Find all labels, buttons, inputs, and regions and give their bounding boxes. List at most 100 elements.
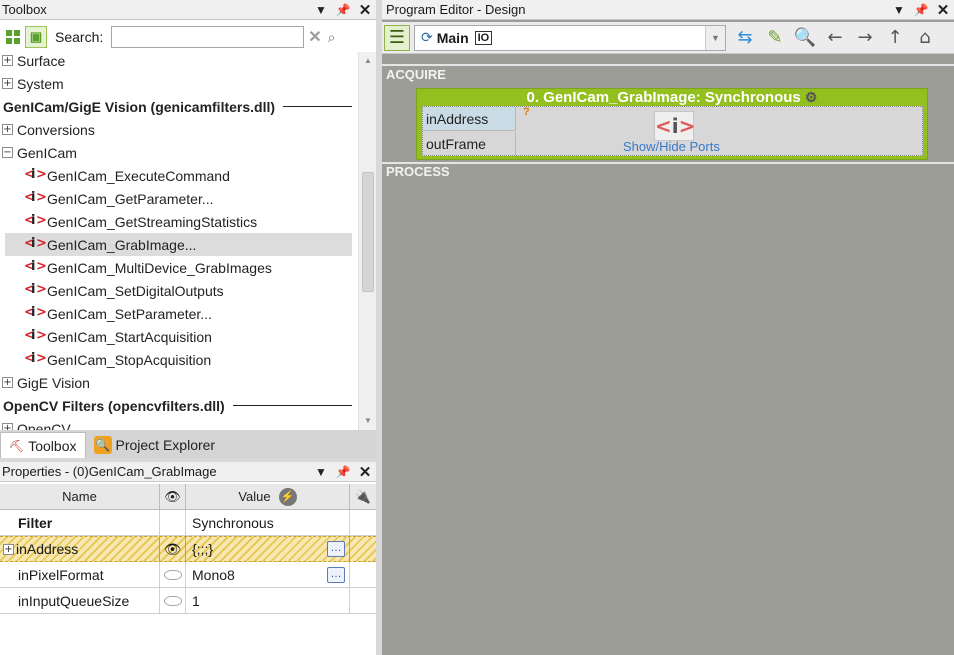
tree-filter-item[interactable]: < i > GenICam_MultiDevice_GrabImages xyxy=(0,256,358,279)
tree-filter-item[interactable]: < i > GenICam_SetDigitalOutputs xyxy=(0,279,358,302)
property-row-ininputqueuesize[interactable]: inInputQueueSize 1 xyxy=(0,588,376,614)
close-icon[interactable]: ✕ xyxy=(354,462,376,482)
property-value[interactable]: 1 xyxy=(186,588,350,613)
tree-filter-item[interactable]: < i > GenICam_StartAcquisition xyxy=(0,325,358,348)
tree-item-label: GenICam_SetDigitalOutputs xyxy=(47,282,224,299)
property-value: Mono8 xyxy=(192,566,235,583)
properties-titlebar: Properties - (0)GenICam_GrabImage ▼ 📌 ✕ xyxy=(0,462,376,482)
ellipsis-button[interactable]: … xyxy=(327,541,345,557)
tab-project-explorer[interactable]: 🔍 Project Explorer xyxy=(86,432,224,458)
visibility-cell xyxy=(160,510,186,535)
edit-icon[interactable]: ✎ xyxy=(760,24,790,52)
property-row-filter[interactable]: Filter Synchronous xyxy=(0,510,376,536)
pin-icon[interactable]: 📌 xyxy=(332,462,354,482)
filter-icon: < i > xyxy=(24,350,47,366)
toolbox-search-bar: ▣ Search: ✕ ⌕ xyxy=(0,22,376,52)
back-arrow-icon[interactable]: ← xyxy=(820,24,850,52)
home-icon[interactable]: ⌂ xyxy=(910,24,940,52)
group-divider xyxy=(232,405,352,406)
collapse-icon[interactable]: − xyxy=(2,147,13,158)
expand-icon[interactable]: + xyxy=(2,55,13,66)
menu-icon[interactable]: ☰ xyxy=(384,24,410,51)
ellipsis-button[interactable]: … xyxy=(327,566,345,583)
scroll-up-icon[interactable]: ▲ xyxy=(364,56,372,65)
tree-category-gige-vision[interactable]: + GigE Vision xyxy=(0,371,358,394)
search-icon[interactable]: 🔍 xyxy=(790,24,820,52)
swap-icon[interactable]: ⇆ xyxy=(730,24,760,52)
col-name-header[interactable]: Name xyxy=(0,484,160,509)
editor-title: Program Editor - Design xyxy=(386,2,526,17)
close-icon[interactable]: ✕ xyxy=(354,0,376,20)
tree-category-conversions[interactable]: + Conversions xyxy=(0,118,358,141)
tree-category-system[interactable]: + System xyxy=(0,72,358,95)
filter-icon: < i > xyxy=(24,166,47,182)
tree-category-genicam[interactable]: − GenICam xyxy=(0,141,358,164)
filter-block-genicam-grabimage[interactable]: 0. GenICam_GrabImage: Synchronous ⚙ inAd… xyxy=(416,88,928,160)
port-label: outFrame xyxy=(426,136,486,152)
dropdown-icon[interactable]: ▼ xyxy=(310,0,332,20)
expand-icon[interactable]: + xyxy=(2,78,13,89)
property-name: inInputQueueSize xyxy=(0,588,160,613)
property-value-cell[interactable]: Mono8 … xyxy=(186,562,350,587)
refresh-icon: ⟳ xyxy=(421,29,433,45)
toolbox-title: Toolbox xyxy=(2,2,47,17)
up-arrow-icon[interactable]: ↑ xyxy=(880,24,910,52)
pin-icon[interactable]: 📌 xyxy=(910,0,932,20)
tab-label: Project Explorer xyxy=(115,437,216,453)
tree-category-opencv[interactable]: + OpenCV xyxy=(0,417,358,430)
close-icon[interactable]: ✕ xyxy=(932,0,954,20)
filter-view-icon[interactable]: ▣ xyxy=(25,26,47,48)
expand-icon[interactable]: + xyxy=(2,377,13,388)
search-input[interactable] xyxy=(111,26,305,48)
tree-filter-item[interactable]: < i > GenICam_SetParameter... xyxy=(0,302,358,325)
tree-filter-item[interactable]: < i > GenICam_ExecuteCommand xyxy=(0,164,358,187)
property-name: inAddress xyxy=(16,541,79,557)
plug-icon[interactable]: 🔌 xyxy=(350,484,376,509)
tree-item-label: GenICam_GrabImage... xyxy=(47,236,197,253)
show-hide-ports-link[interactable]: Show/Hide Ports xyxy=(623,139,720,154)
eye-visible-icon[interactable]: 👁 xyxy=(160,537,186,561)
toolbox-panel: Toolbox ▼ 📌 ✕ ▣ Search: ✕ ⌕ + Surface + … xyxy=(0,0,376,430)
filter-block-body: inAddress outFrame ? <i> Show/Hide Ports xyxy=(422,106,923,156)
col-value-header[interactable]: Value ⚡ xyxy=(186,484,350,509)
scroll-thumb[interactable] xyxy=(362,172,374,292)
input-port-inaddress[interactable]: inAddress xyxy=(423,107,516,131)
toolbox-scrollbar[interactable]: ▲ ▼ xyxy=(358,52,376,430)
filter-icon: < i > xyxy=(24,281,47,297)
tree-item-label: Conversions xyxy=(17,121,95,138)
expand-icon[interactable]: + xyxy=(2,423,13,430)
property-name: inPixelFormat xyxy=(0,562,160,587)
dropdown-icon[interactable]: ▼ xyxy=(888,0,910,20)
filter-large-icon: <i> xyxy=(654,111,695,141)
property-value[interactable]: Synchronous xyxy=(186,510,350,535)
tree-filter-item[interactable]: < i > GenICam_GetParameter... xyxy=(0,187,358,210)
expand-icon[interactable]: + xyxy=(2,124,13,135)
tree-filter-item[interactable]: < i > GenICam_GetStreamingStatistics xyxy=(0,210,358,233)
macrofilter-select[interactable]: ⟳ Main IO ▼ xyxy=(414,24,726,51)
tree-category-surface[interactable]: + Surface xyxy=(0,52,358,72)
forward-arrow-icon[interactable]: → xyxy=(850,24,880,52)
editor-titlebar: Program Editor - Design ▼ 📌 ✕ xyxy=(382,0,954,20)
eye-hidden-icon[interactable] xyxy=(160,588,186,613)
chevron-down-icon[interactable]: ▼ xyxy=(705,25,725,50)
search-options-icon[interactable]: ⌕ xyxy=(328,29,336,46)
scroll-down-icon[interactable]: ▼ xyxy=(364,416,372,425)
tree-filter-item[interactable]: < i > GenICam_StopAcquisition xyxy=(0,348,358,371)
output-port-outframe[interactable]: outFrame xyxy=(423,132,516,156)
dropdown-icon[interactable]: ▼ xyxy=(310,462,332,482)
eye-icon[interactable]: 👁 xyxy=(160,484,186,509)
tree-filter-item-selected[interactable]: < i > GenICam_GrabImage... xyxy=(5,233,352,256)
expand-icon[interactable]: + xyxy=(3,543,14,555)
property-row-inpixelformat[interactable]: inPixelFormat Mono8 … xyxy=(0,562,376,588)
tab-toolbox[interactable]: ⛏ Toolbox xyxy=(0,432,86,458)
gear-icon[interactable]: ⚙ xyxy=(805,89,818,105)
property-value-cell[interactable]: {;;;} … xyxy=(186,537,350,561)
clear-search-icon[interactable]: ✕ xyxy=(308,27,321,47)
program-name: Main xyxy=(436,29,469,46)
properties-title: Properties - (0)GenICam_GrabImage xyxy=(2,464,217,479)
pin-icon[interactable]: 📌 xyxy=(332,0,354,20)
grid-view-icon[interactable] xyxy=(3,27,23,47)
tree-item-label: GenICam_StopAcquisition xyxy=(47,351,212,368)
property-row-inaddress[interactable]: + inAddress 👁 {;;;} … xyxy=(0,536,376,562)
eye-hidden-icon[interactable] xyxy=(160,562,186,587)
